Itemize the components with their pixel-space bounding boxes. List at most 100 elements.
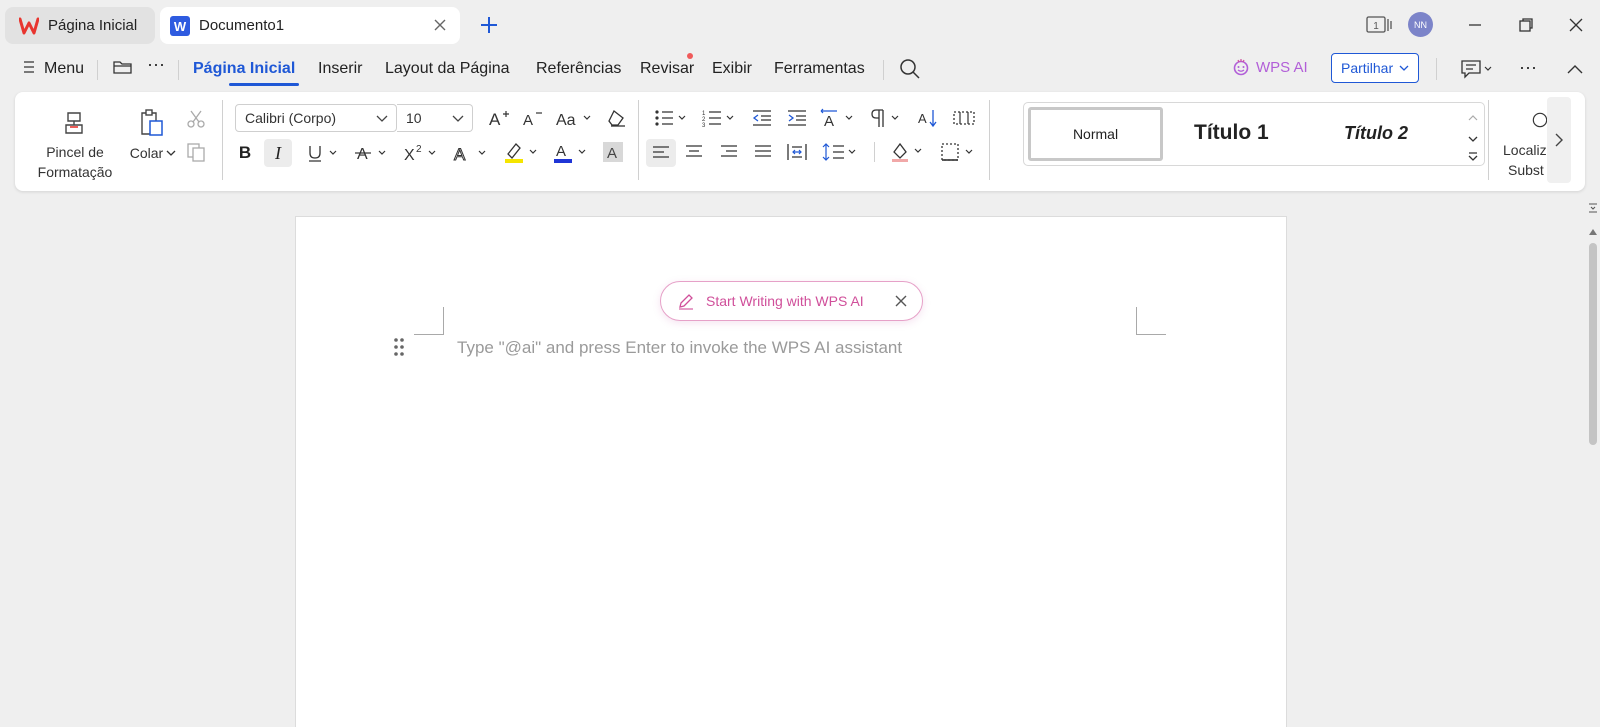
- svg-text:3: 3: [702, 123, 706, 128]
- search-icon[interactable]: [899, 58, 921, 85]
- bullet-list-icon[interactable]: [653, 106, 691, 130]
- tab-home[interactable]: Página Inicial: [5, 7, 155, 44]
- align-center-icon[interactable]: [682, 140, 706, 164]
- tab-referencias[interactable]: Referências: [536, 60, 621, 78]
- tab-exibir[interactable]: Exibir: [712, 60, 752, 78]
- more-options-icon[interactable]: ···: [1516, 56, 1540, 78]
- window-layout-icon[interactable]: 1: [1366, 14, 1392, 36]
- divider: [874, 142, 875, 162]
- svg-text:A: A: [556, 143, 566, 160]
- collapse-ribbon-icon[interactable]: [1564, 58, 1586, 80]
- close-icon[interactable]: [894, 294, 908, 311]
- show-hide-icon[interactable]: [951, 106, 977, 130]
- share-button[interactable]: Partilhar: [1331, 53, 1419, 83]
- chevron-down-icon: [376, 115, 388, 122]
- line-spacing-icon[interactable]: [821, 140, 861, 164]
- tab-revisar[interactable]: Revisar: [640, 60, 694, 78]
- replace-label[interactable]: Subst: [1508, 162, 1552, 178]
- font-size-value: 10: [406, 110, 422, 126]
- divider: [1436, 58, 1437, 80]
- svg-text:A: A: [824, 113, 834, 128]
- tab-layout-da-pagina[interactable]: Layout da Página: [385, 60, 510, 78]
- borders-icon[interactable]: [939, 140, 979, 164]
- find-label[interactable]: Localiz: [1503, 142, 1547, 158]
- close-window-icon[interactable]: [1565, 14, 1587, 36]
- change-case-icon[interactable]: Aa: [555, 106, 595, 130]
- style-titulo-2[interactable]: Título 2: [1344, 123, 1408, 144]
- comment-icon[interactable]: [1460, 58, 1494, 80]
- chevron-right-icon: [1555, 133, 1563, 147]
- tab-inserir[interactable]: Inserir: [318, 60, 362, 78]
- split-view-icon[interactable]: [1588, 200, 1598, 218]
- divider: [97, 60, 98, 80]
- tab-document-label: Documento1: [199, 17, 285, 34]
- wps-logo-icon: [19, 16, 39, 36]
- decrease-indent-icon[interactable]: [750, 106, 774, 130]
- increase-indent-icon[interactable]: [785, 106, 809, 130]
- paste-icon[interactable]: [136, 108, 166, 138]
- style-titulo-1[interactable]: Título 1: [1194, 121, 1269, 145]
- minimize-icon[interactable]: [1464, 14, 1486, 36]
- sort-icon[interactable]: A: [917, 106, 941, 130]
- margin-corner: [414, 307, 444, 335]
- restore-icon[interactable]: [1515, 14, 1537, 36]
- start-writing-ai-button[interactable]: Start Writing with WPS AI: [660, 281, 923, 321]
- align-left-icon[interactable]: [646, 139, 676, 167]
- strikethrough-icon[interactable]: A: [354, 140, 392, 166]
- font-name-select[interactable]: Calibri (Corpo): [235, 104, 397, 132]
- font-name-value: Calibri (Corpo): [245, 110, 337, 126]
- svg-text:A: A: [523, 112, 533, 128]
- chevron-down-icon[interactable]: [1468, 130, 1478, 148]
- format-painter-icon[interactable]: [59, 108, 89, 138]
- scroll-up-icon[interactable]: [1589, 222, 1597, 240]
- numbered-list-icon[interactable]: 123: [701, 106, 739, 130]
- share-label: Partilhar: [1341, 60, 1394, 76]
- menu-button[interactable]: Menu: [44, 60, 84, 78]
- copy-icon[interactable]: [185, 141, 207, 163]
- tab-pagina-inicial[interactable]: Página Inicial: [193, 60, 295, 78]
- divider: [222, 100, 223, 180]
- more-dots-icon[interactable]: ···: [147, 54, 165, 75]
- underline-icon[interactable]: [305, 140, 343, 166]
- character-shading-icon[interactable]: A: [601, 140, 625, 164]
- close-tab-icon[interactable]: [432, 17, 448, 33]
- distributed-icon[interactable]: [785, 140, 809, 164]
- wps-ai-button[interactable]: WPS AI: [1232, 58, 1308, 76]
- open-folder-icon[interactable]: [112, 58, 134, 81]
- bold-icon[interactable]: B: [232, 140, 258, 166]
- justify-icon[interactable]: [751, 140, 775, 164]
- format-painter-button[interactable]: Pincel de Formatação: [25, 142, 125, 182]
- paragraph-mark-icon[interactable]: [868, 106, 906, 130]
- avatar[interactable]: NN: [1408, 12, 1433, 37]
- ribbon-scroll-right-button[interactable]: [1547, 97, 1571, 183]
- document-placeholder[interactable]: Type "@ai" and press Enter to invoke the…: [457, 338, 902, 358]
- highlight-color-icon[interactable]: [502, 138, 542, 166]
- text-effects-icon[interactable]: A: [452, 140, 492, 166]
- font-size-select[interactable]: 10: [397, 104, 473, 132]
- chevron-up-icon[interactable]: [1468, 109, 1478, 127]
- paste-button[interactable]: Colar: [125, 143, 181, 163]
- align-right-icon[interactable]: [717, 140, 741, 164]
- tab-ferramentas[interactable]: Ferramentas: [774, 60, 865, 78]
- clear-format-icon[interactable]: [605, 106, 629, 130]
- hamburger-icon[interactable]: [22, 58, 36, 81]
- svg-text:A: A: [607, 145, 617, 162]
- new-tab-icon[interactable]: [478, 14, 500, 36]
- paragraph-shading-icon[interactable]: [888, 138, 928, 166]
- font-color-icon[interactable]: A: [551, 138, 591, 166]
- notification-dot: [687, 53, 693, 59]
- tab-document[interactable]: W Documento1: [160, 7, 460, 44]
- drag-handle-icon[interactable]: [393, 337, 405, 362]
- margin-corner: [1136, 307, 1166, 335]
- scrollbar-thumb[interactable]: [1589, 243, 1597, 445]
- cut-icon[interactable]: [185, 108, 207, 130]
- shrink-font-icon[interactable]: A: [521, 106, 545, 130]
- title-bar: Página Inicial W Documento1 1 NN: [0, 0, 1600, 50]
- style-normal[interactable]: Normal: [1028, 107, 1163, 161]
- divider: [638, 100, 639, 180]
- italic-icon[interactable]: I: [264, 139, 292, 167]
- grow-font-icon[interactable]: A: [487, 106, 511, 130]
- expand-styles-icon[interactable]: [1468, 149, 1478, 167]
- superscript-icon[interactable]: X2: [402, 140, 442, 166]
- text-direction-icon[interactable]: A: [818, 106, 858, 130]
